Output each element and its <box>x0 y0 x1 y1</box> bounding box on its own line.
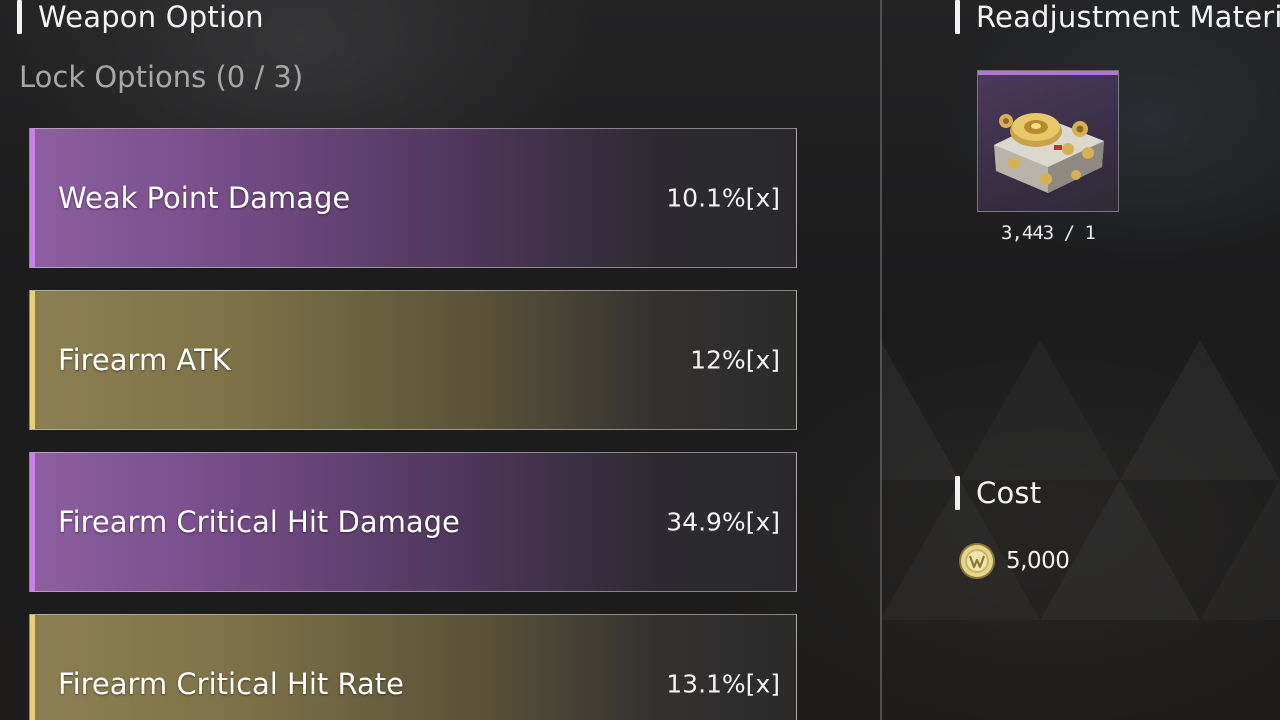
heading-marker <box>955 476 960 510</box>
background-pattern <box>880 340 1280 620</box>
rarity-line <box>978 71 1118 75</box>
option-row-weak-point-damage[interactable]: Weak Point Damage 10.1%[x] <box>29 128 797 268</box>
gold-coin-icon <box>959 543 995 579</box>
gear-component-icon <box>994 113 1104 193</box>
option-name: Firearm Critical Hit Damage <box>58 505 460 539</box>
material-count: 3,443 / 1 <box>1001 222 1096 244</box>
option-row-firearm-atk[interactable]: Firearm ATK 12%[x] <box>29 290 797 430</box>
option-value: 34.9%[x] <box>666 507 780 537</box>
option-name: Weak Point Damage <box>58 181 351 215</box>
tier-accent-bar <box>30 129 35 267</box>
readjustment-materials-title: Readjustment Materi <box>976 0 1280 34</box>
panel-divider <box>880 0 882 720</box>
cost-title: Cost <box>976 476 1042 510</box>
weapon-option-screen: Weapon Option Lock Options (0 / 3) Weak … <box>0 0 1280 720</box>
tier-accent-bar <box>30 291 35 429</box>
tier-accent-bar <box>30 453 35 591</box>
weapon-option-heading: Weapon Option <box>17 0 264 34</box>
heading-marker <box>17 0 22 34</box>
tier-accent-bar <box>30 615 35 720</box>
cost-heading: Cost <box>955 476 1041 510</box>
material-slot[interactable] <box>977 70 1119 212</box>
option-row-firearm-critical-hit-damage[interactable]: Firearm Critical Hit Damage 34.9%[x] <box>29 452 797 592</box>
cost-row: 5,000 <box>958 542 1070 580</box>
option-name: Firearm ATK <box>58 343 231 377</box>
weapon-option-title: Weapon Option <box>38 0 264 34</box>
option-value: 13.1%[x] <box>666 669 780 699</box>
option-value: 12%[x] <box>690 345 780 375</box>
readjustment-materials-heading: Readjustment Materi <box>955 0 1280 34</box>
option-name: Firearm Critical Hit Rate <box>58 667 405 701</box>
lock-options-label: Lock Options (0 / 3) <box>19 60 304 94</box>
heading-marker <box>955 0 960 34</box>
cost-value: 5,000 <box>1006 548 1070 574</box>
option-value: 10.1%[x] <box>666 183 780 213</box>
option-row-firearm-critical-hit-rate[interactable]: Firearm Critical Hit Rate 13.1%[x] <box>29 614 797 720</box>
